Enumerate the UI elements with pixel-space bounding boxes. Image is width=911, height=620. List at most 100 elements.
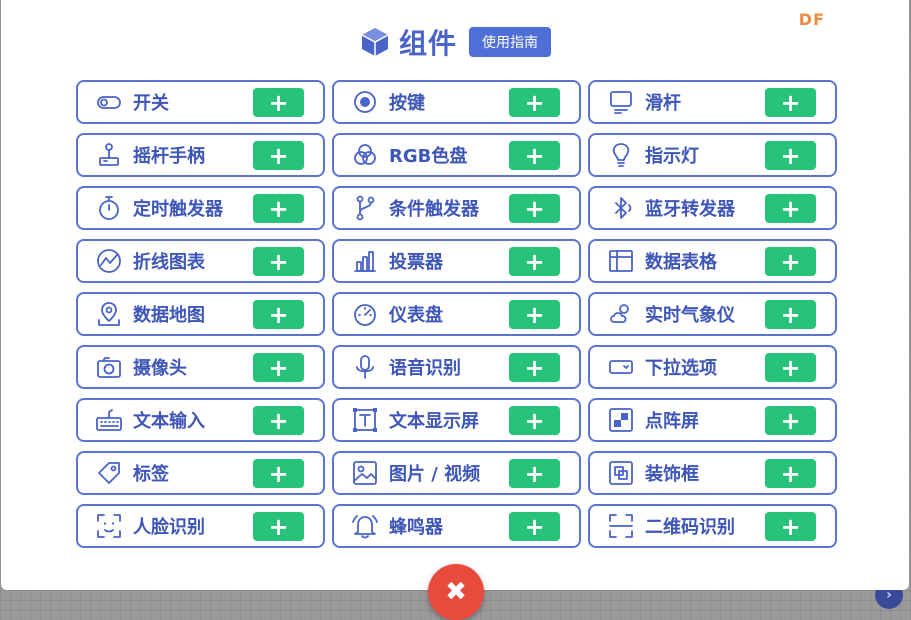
add-component-button[interactable]: + <box>765 300 816 329</box>
component-picker-modal: DF 组件 使用指南 开关 + 按键 + 滑杆 + 摇杆手柄 + RGB色盘 + 指示灯 + 定时触发器… <box>1 0 909 590</box>
component-label: 装饰框 <box>645 464 699 485</box>
table-icon <box>606 246 636 276</box>
component-label: 数据表格 <box>645 252 717 273</box>
microphone-icon <box>350 352 380 382</box>
component-label: 实时气象仪 <box>645 305 735 326</box>
button-icon <box>350 87 380 117</box>
cube-icon <box>361 28 389 56</box>
component-label: RGB色盘 <box>389 146 468 167</box>
add-component-button[interactable]: + <box>253 247 304 276</box>
component-label: 数据地图 <box>133 305 205 326</box>
component-card[interactable]: 按键 + <box>332 80 581 124</box>
camera-icon <box>94 352 124 382</box>
component-label: 点阵屏 <box>645 411 699 432</box>
add-component-button[interactable]: + <box>509 512 560 541</box>
component-card[interactable]: 指示灯 + <box>588 133 837 177</box>
add-component-button[interactable]: + <box>253 353 304 382</box>
add-component-button[interactable]: + <box>765 194 816 223</box>
component-label: 语音识别 <box>389 358 461 379</box>
component-card[interactable]: 装饰框 + <box>588 451 837 495</box>
modal-header: 组件 使用指南 <box>1 22 909 62</box>
component-card[interactable]: 二维码识别 + <box>588 504 837 548</box>
switch-icon <box>94 87 124 117</box>
line-chart-icon <box>94 246 124 276</box>
stopwatch-icon <box>94 193 124 223</box>
add-component-button[interactable]: + <box>765 141 816 170</box>
component-card[interactable]: 定时触发器 + <box>76 186 325 230</box>
component-label: 按键 <box>389 93 425 114</box>
component-card[interactable]: 摇杆手柄 + <box>76 133 325 177</box>
component-card[interactable]: 开关 + <box>76 80 325 124</box>
dot-matrix-icon <box>606 405 636 435</box>
component-card[interactable]: 仪表盘 + <box>332 292 581 336</box>
add-component-button[interactable]: + <box>253 194 304 223</box>
tag-icon <box>94 458 124 488</box>
component-label: 下拉选项 <box>645 358 717 379</box>
component-card[interactable]: 蓝牙转发器 + <box>588 186 837 230</box>
component-card[interactable]: RGB色盘 + <box>332 133 581 177</box>
component-label: 人脸识别 <box>133 517 205 538</box>
add-component-button[interactable]: + <box>509 88 560 117</box>
rgb-palette-icon <box>350 140 380 170</box>
component-label: 文本显示屏 <box>389 411 479 432</box>
component-card[interactable]: 文本输入 + <box>76 398 325 442</box>
keyboard-icon <box>94 405 124 435</box>
component-card[interactable]: 数据表格 + <box>588 239 837 283</box>
slider-icon <box>606 87 636 117</box>
component-label: 条件触发器 <box>389 199 479 220</box>
add-component-button[interactable]: + <box>509 459 560 488</box>
add-component-button[interactable]: + <box>253 141 304 170</box>
component-card[interactable]: 语音识别 + <box>332 345 581 389</box>
add-component-button[interactable]: + <box>253 88 304 117</box>
add-component-button[interactable]: + <box>765 406 816 435</box>
component-card[interactable]: 数据地图 + <box>76 292 325 336</box>
text-box-icon <box>350 405 380 435</box>
component-card[interactable]: 标签 + <box>76 451 325 495</box>
add-component-button[interactable]: + <box>765 247 816 276</box>
add-component-button[interactable]: + <box>509 300 560 329</box>
component-label: 摄像头 <box>133 358 187 379</box>
component-card[interactable]: 摄像头 + <box>76 345 325 389</box>
add-component-button[interactable]: + <box>765 88 816 117</box>
component-label: 蜂鸣器 <box>389 517 443 538</box>
add-component-button[interactable]: + <box>253 406 304 435</box>
close-button[interactable]: ✖ <box>428 564 484 620</box>
gauge-icon <box>350 299 380 329</box>
add-component-button[interactable]: + <box>253 300 304 329</box>
component-label: 图片 / 视频 <box>389 464 481 485</box>
bulb-icon <box>606 140 636 170</box>
add-component-button[interactable]: + <box>509 353 560 382</box>
weather-icon <box>606 299 636 329</box>
add-component-button[interactable]: + <box>509 247 560 276</box>
component-card[interactable]: 图片 / 视频 + <box>332 451 581 495</box>
component-card[interactable]: 下拉选项 + <box>588 345 837 389</box>
frame-icon <box>606 458 636 488</box>
add-component-button[interactable]: + <box>509 141 560 170</box>
component-label: 滑杆 <box>645 93 681 114</box>
component-card[interactable]: 点阵屏 + <box>588 398 837 442</box>
component-label: 开关 <box>133 93 169 114</box>
qr-scan-icon <box>606 511 636 541</box>
add-component-button[interactable]: + <box>253 512 304 541</box>
close-icon: ✖ <box>445 577 467 607</box>
add-component-button[interactable]: + <box>765 459 816 488</box>
add-component-button[interactable]: + <box>509 194 560 223</box>
add-component-button[interactable]: + <box>765 353 816 382</box>
component-card[interactable]: 条件触发器 + <box>332 186 581 230</box>
add-component-button[interactable]: + <box>765 512 816 541</box>
component-card[interactable]: 人脸识别 + <box>76 504 325 548</box>
component-card[interactable]: 折线图表 + <box>76 239 325 283</box>
component-card[interactable]: 投票器 + <box>332 239 581 283</box>
component-card[interactable]: 实时气象仪 + <box>588 292 837 336</box>
component-card[interactable]: 蜂鸣器 + <box>332 504 581 548</box>
component-label: 标签 <box>133 464 169 485</box>
bar-chart-icon <box>350 246 380 276</box>
component-label: 摇杆手柄 <box>133 146 205 167</box>
component-card[interactable]: 滑杆 + <box>588 80 837 124</box>
add-component-button[interactable]: + <box>253 459 304 488</box>
add-component-button[interactable]: + <box>509 406 560 435</box>
component-card[interactable]: 文本显示屏 + <box>332 398 581 442</box>
component-label: 仪表盘 <box>389 305 443 326</box>
guide-button[interactable]: 使用指南 <box>469 27 551 57</box>
bluetooth-icon <box>606 193 636 223</box>
